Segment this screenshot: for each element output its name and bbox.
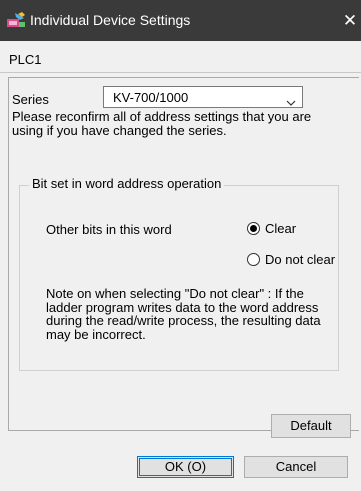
ok-button-focus-ring xyxy=(139,458,232,476)
do-not-clear-note: Note on when selecting "Do not clear" : … xyxy=(46,286,321,342)
bit-set-group-title: Bit set in word address operation xyxy=(29,176,225,191)
app-icon xyxy=(6,11,26,29)
radio-do-not-clear[interactable]: Do not clear xyxy=(247,252,335,267)
radio-clear-label[interactable]: Clear xyxy=(265,221,296,236)
other-bits-label: Other bits in this word xyxy=(46,222,172,237)
radio-do-not-clear-label[interactable]: Do not clear xyxy=(265,252,335,267)
radio-clear[interactable]: Clear xyxy=(247,221,296,236)
cancel-button[interactable]: Cancel xyxy=(244,456,348,478)
radio-selected-dot xyxy=(250,225,257,232)
window-title: Individual Device Settings xyxy=(30,12,191,28)
chevron-down-icon xyxy=(286,94,296,106)
series-dropdown[interactable]: KV-700/1000 xyxy=(103,86,303,108)
bit-set-groupbox xyxy=(19,185,339,371)
series-notice: Please reconfirm all of address settings… xyxy=(12,109,312,138)
radio-clear-indicator[interactable] xyxy=(247,222,260,235)
title-bar[interactable]: Individual Device Settings ✕ xyxy=(0,0,361,41)
device-name: PLC1 xyxy=(9,52,42,67)
radio-do-not-clear-indicator[interactable] xyxy=(247,253,260,266)
series-selected-value: KV-700/1000 xyxy=(113,90,189,105)
series-label: Series xyxy=(12,92,49,107)
device-header: PLC1 xyxy=(0,41,361,73)
dialog-content: PLC1 Series KV-700/1000 Please reconfirm… xyxy=(0,41,361,491)
close-icon[interactable]: ✕ xyxy=(339,0,361,41)
default-button[interactable]: Default xyxy=(271,414,351,438)
dialog-window: Individual Device Settings ✕ PLC1 Series… xyxy=(0,0,361,491)
ok-button[interactable]: OK (O) xyxy=(137,456,234,478)
